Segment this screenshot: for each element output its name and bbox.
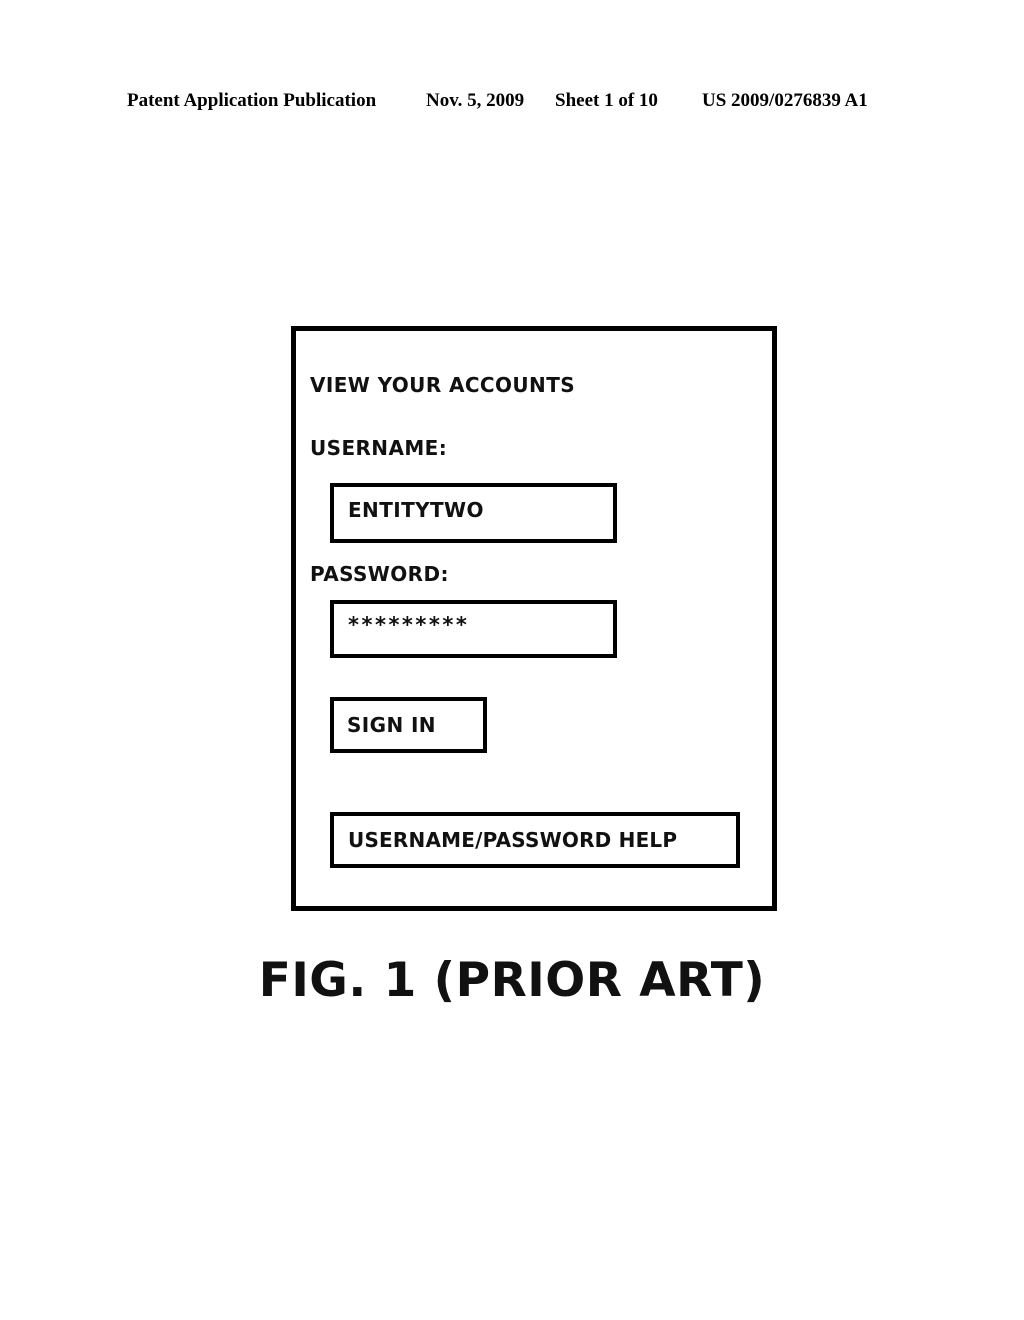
password-label: PASSWORD:: [310, 562, 449, 586]
login-window: VIEW YOUR ACCOUNTS USERNAME: ENTITYTWO P…: [291, 326, 777, 911]
username-password-help-button[interactable]: USERNAME/PASSWORD HELP: [330, 812, 740, 868]
page-title: VIEW YOUR ACCOUNTS: [310, 373, 576, 397]
sign-in-button[interactable]: SIGN IN: [330, 697, 487, 753]
username-label: USERNAME:: [310, 436, 448, 460]
figure-caption: FIG. 1 (PRIOR ART): [258, 953, 766, 1008]
figure-1: VIEW YOUR ACCOUNTS USERNAME: ENTITYTWO P…: [0, 0, 1024, 1320]
password-input[interactable]: *********: [330, 600, 617, 658]
username-input-value: ENTITYTWO: [348, 498, 484, 522]
password-input-value: *********: [348, 613, 470, 637]
username-password-help-button-label: USERNAME/PASSWORD HELP: [348, 828, 678, 852]
sign-in-button-label: SIGN IN: [347, 713, 436, 737]
username-input[interactable]: ENTITYTWO: [330, 483, 617, 543]
